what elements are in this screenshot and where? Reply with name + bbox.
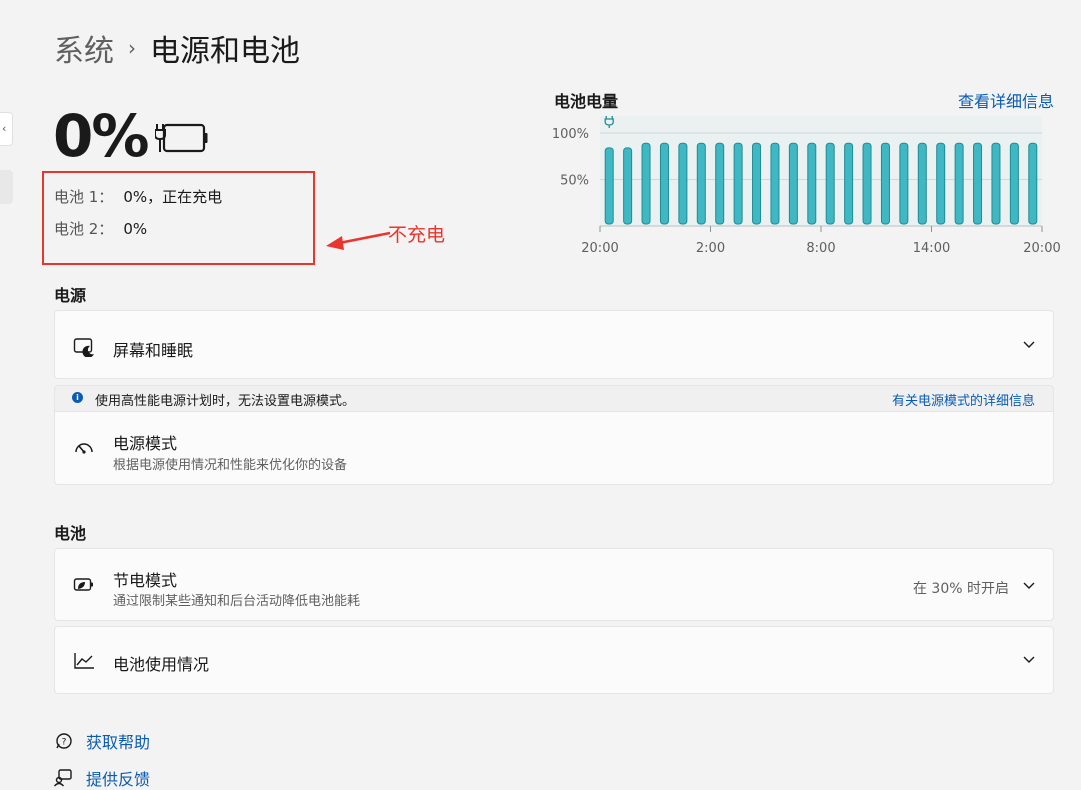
info-icon: i bbox=[72, 392, 83, 403]
battery-level-bar bbox=[880, 142, 890, 225]
battery-level-chart: 100% 50% 20:00 2:00 8:00 14:00 20:00 bbox=[552, 116, 1060, 256]
give-feedback-link[interactable]: 提供反馈 bbox=[54, 766, 150, 790]
feedback-icon bbox=[54, 769, 72, 787]
battery-level-bar bbox=[623, 147, 633, 225]
battery-level-bar bbox=[899, 142, 909, 225]
annotation-text: 不充电 bbox=[388, 224, 446, 246]
power-mode-subtitle: 根据电源使用情况和性能来优化你的设备 bbox=[113, 458, 348, 473]
chevron-left-icon: ‹ bbox=[2, 122, 7, 135]
battery-level-bar bbox=[659, 142, 669, 225]
svg-text:?: ? bbox=[62, 738, 67, 748]
battery-level-bar bbox=[641, 142, 651, 225]
y-tick-label: 50% bbox=[560, 174, 589, 189]
line-chart-icon bbox=[74, 653, 94, 669]
annotation-arrow bbox=[326, 231, 391, 250]
battery-level-bar bbox=[954, 142, 964, 225]
battery-saver-status: 在 30% 时开启 bbox=[912, 581, 1009, 597]
battery-saver-icon bbox=[73, 578, 93, 591]
x-tick-label: 2:00 bbox=[696, 241, 725, 256]
battery-level-bar bbox=[973, 142, 983, 225]
screen-sleep-card[interactable]: 屏幕和睡眠 bbox=[54, 310, 1054, 379]
breadcrumb-separator: › bbox=[128, 36, 136, 60]
battery-level-bar bbox=[678, 142, 688, 225]
x-tick-label: 20:00 bbox=[1023, 241, 1060, 256]
get-help-text: 获取帮助 bbox=[86, 733, 151, 752]
battery-usage-card[interactable]: 电池使用情况 bbox=[54, 626, 1054, 694]
power-mode-info-bar: i 使用高性能电源计划时，无法设置电源模式。 有关电源模式的详细信息 bbox=[54, 385, 1054, 411]
battery-level-bar bbox=[936, 142, 946, 225]
battery-level-bar bbox=[770, 142, 780, 225]
battery-level-bar bbox=[825, 142, 835, 225]
breadcrumb-parent[interactable]: 系统 bbox=[54, 26, 114, 70]
power-mode-title: 电源模式 bbox=[113, 434, 178, 453]
x-tick-label: 8:00 bbox=[806, 241, 835, 256]
battery-percent: 0% bbox=[53, 102, 149, 170]
battery-usage-title: 电池使用情况 bbox=[113, 655, 210, 674]
battery-level-bar bbox=[752, 142, 762, 225]
power-mode-card[interactable]: 电源模式 根据电源使用情况和性能来优化你的设备 bbox=[54, 411, 1054, 485]
screen-sleep-title: 屏幕和睡眠 bbox=[113, 341, 194, 360]
chevron-down-icon[interactable] bbox=[1023, 581, 1035, 591]
battery-level-bar bbox=[862, 142, 872, 225]
nav-collapse-stub[interactable]: ‹ bbox=[0, 112, 13, 146]
chevron-down-icon[interactable] bbox=[1023, 655, 1035, 665]
battery-level-bar bbox=[788, 142, 798, 225]
nav-stub[interactable] bbox=[0, 170, 13, 204]
x-tick-label: 20:00 bbox=[581, 241, 618, 256]
power-mode-info-text: 使用高性能电源计划时，无法设置电源模式。 bbox=[95, 394, 356, 409]
get-help-link[interactable]: ? 获取帮助 bbox=[54, 729, 150, 753]
battery-level-bar bbox=[696, 142, 706, 225]
battery-level-bar bbox=[1009, 142, 1019, 225]
battery-level-bar bbox=[844, 142, 854, 225]
battery-level-bar bbox=[733, 142, 743, 225]
give-feedback-text: 提供反馈 bbox=[86, 770, 151, 789]
battery-level-bar bbox=[715, 142, 725, 225]
power-mode-details-link[interactable]: 有关电源模式的详细信息 bbox=[892, 390, 1035, 409]
battery-level-bar bbox=[917, 142, 927, 225]
battery-level-bar bbox=[807, 142, 817, 225]
battery-saver-title: 节电模式 bbox=[113, 571, 178, 590]
x-tick-label: 14:00 bbox=[913, 241, 950, 256]
battery-level-bar bbox=[1028, 142, 1038, 225]
battery-saver-subtitle: 通过限制某些通知和后台活动降低电池能耗 bbox=[113, 594, 361, 609]
battery-section-label: 电池 bbox=[54, 524, 87, 543]
y-tick-label: 100% bbox=[552, 127, 589, 142]
power-section-label: 电源 bbox=[54, 286, 87, 305]
page-title: 电源和电池 bbox=[150, 34, 300, 69]
battery-level-bar bbox=[991, 142, 1001, 225]
annotation-highlight-box bbox=[42, 171, 315, 265]
screen-sleep-icon bbox=[73, 338, 94, 357]
gauge-icon bbox=[75, 443, 93, 454]
battery-saver-card[interactable]: 节电模式 通过限制某些通知和后台活动降低电池能耗 在 30% 时开启 bbox=[54, 548, 1054, 621]
battery-charging-icon bbox=[155, 123, 208, 153]
help-chat-icon: ? bbox=[56, 733, 72, 749]
chevron-down-icon[interactable] bbox=[1023, 340, 1035, 350]
breadcrumb: 系统 › 电源和电池 bbox=[54, 26, 300, 70]
battery-level-bar bbox=[604, 147, 614, 225]
